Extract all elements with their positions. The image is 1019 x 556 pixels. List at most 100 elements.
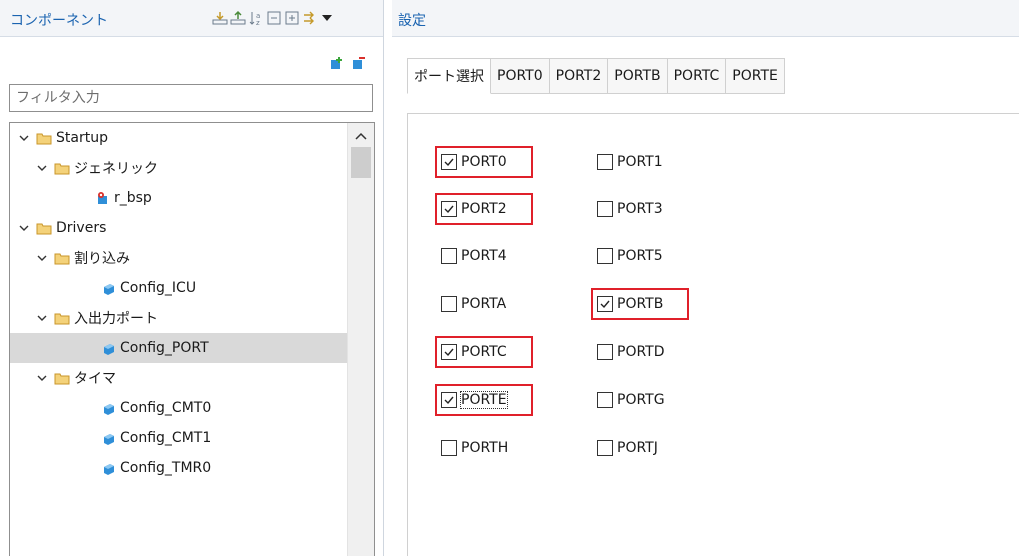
chevron-down-icon[interactable] [18, 132, 30, 144]
tree-item-label: Config_CMT0 [120, 400, 212, 416]
checkbox-unchecked-icon[interactable] [597, 154, 613, 170]
port-checkbox-portj[interactable]: PORTJ [597, 437, 658, 459]
tree-item-label: Startup [56, 130, 108, 146]
port-checkbox-porth[interactable]: PORTH [441, 437, 508, 459]
port-checkbox-label: PORT4 [461, 248, 507, 264]
port-checkbox-port4[interactable]: PORT4 [441, 245, 507, 267]
component-icon [102, 401, 116, 415]
settings-panel: 設定 ポート選択 PORT0 PORT2 PORTB PORTC PORTE [392, 0, 1019, 556]
components-toolbar: az [212, 10, 334, 26]
tab-porte[interactable]: PORTE [726, 58, 785, 94]
tree-item-interrupt[interactable]: 割り込み [36, 243, 130, 273]
component-icon [102, 281, 116, 295]
port-checkbox-port3[interactable]: PORT3 [597, 198, 663, 220]
port-checkbox-portd[interactable]: PORTD [597, 341, 665, 363]
expand-all-icon[interactable] [284, 10, 300, 26]
tree-item-label: 入出力ポート [74, 311, 158, 327]
checkbox-unchecked-icon[interactable] [597, 248, 613, 264]
chevron-down-icon[interactable] [18, 222, 30, 234]
tree-item-config-icu[interactable]: Config_ICU [102, 273, 196, 303]
component-icon [102, 461, 116, 475]
highlight-box [591, 288, 689, 320]
filter-input[interactable] [9, 84, 373, 112]
highlight-box [435, 193, 533, 225]
port-checkbox-port5[interactable]: PORT5 [597, 245, 663, 267]
folder-icon [54, 161, 70, 175]
port-checkbox-portg[interactable]: PORTG [597, 389, 665, 411]
tree-item-config-cmt1[interactable]: Config_CMT1 [102, 423, 211, 453]
folder-icon [54, 371, 70, 385]
port-checkbox-label: PORT3 [617, 201, 663, 217]
components-panel-header: コンポーネント az [0, 0, 383, 37]
tree-item-drivers[interactable]: Drivers [18, 213, 106, 243]
checkbox-unchecked-icon[interactable] [441, 296, 457, 312]
checkbox-unchecked-icon[interactable] [441, 440, 457, 456]
scrollbar-thumb[interactable] [351, 147, 371, 178]
view-menu-icon[interactable] [320, 10, 334, 26]
chevron-down-icon[interactable] [36, 162, 48, 174]
tree-item-label: ジェネリック [74, 161, 158, 177]
port-checkbox-porta[interactable]: PORTA [441, 293, 506, 315]
collapse-all-icon[interactable] [266, 10, 282, 26]
tree-item-label: Config_TMR0 [120, 460, 212, 476]
chevron-down-icon[interactable] [36, 312, 48, 324]
settings-panel-title: 設定 [398, 13, 426, 29]
tab-portb[interactable]: PORTB [608, 58, 668, 94]
svg-text:z: z [256, 19, 260, 26]
port-checkbox-label: PORTG [617, 392, 665, 408]
link-with-editor-icon[interactable] [302, 10, 318, 26]
tree-scrollbar[interactable] [347, 123, 374, 556]
tree-item-r-bsp[interactable]: r_bsp [96, 183, 152, 213]
port-checkbox-label: PORTD [617, 344, 665, 360]
export-icon[interactable] [230, 10, 246, 26]
port-checkbox-port1[interactable]: PORT1 [597, 151, 663, 173]
component-tree: Startup ジェネリック r_bsp Drivers 割り込み Config… [9, 122, 375, 556]
panel-splitter[interactable] [383, 0, 392, 556]
highlight-box [435, 146, 533, 178]
tab-port2[interactable]: PORT2 [549, 58, 609, 94]
tree-item-config-port[interactable]: Config_PORT [10, 333, 347, 363]
port-checkbox-label: PORTH [461, 440, 509, 456]
port-checkbox-label: PORT1 [617, 154, 663, 170]
tree-item-timer[interactable]: タイマ [36, 363, 116, 393]
import-icon[interactable] [212, 10, 228, 26]
checkbox-unchecked-icon[interactable] [441, 248, 457, 264]
tree-item-label: 割り込み [74, 251, 130, 267]
tree-item-generic[interactable]: ジェネリック [36, 153, 158, 183]
component-icon [102, 341, 116, 355]
tree-item-startup[interactable]: Startup [18, 123, 108, 153]
highlight-box [435, 384, 533, 416]
tree-item-label: r_bsp [114, 190, 152, 206]
tab-port0[interactable]: PORT0 [491, 58, 550, 94]
checkbox-unchecked-icon[interactable] [597, 392, 613, 408]
tree-item-label: Config_PORT [120, 340, 209, 356]
tree-item-label: Config_CMT1 [120, 430, 212, 446]
tab-port-select[interactable]: ポート選択 [407, 58, 491, 94]
folder-icon [36, 131, 52, 145]
port-checkbox-label: PORTJ [617, 440, 658, 456]
bsp-component-icon [96, 191, 110, 205]
highlight-box [435, 336, 533, 368]
add-component-icon[interactable] [330, 56, 344, 74]
remove-component-icon[interactable] [352, 56, 366, 74]
folder-icon [54, 311, 70, 325]
tree-item-label: Config_ICU [120, 280, 197, 296]
tree-item-config-tmr0[interactable]: Config_TMR0 [102, 453, 211, 483]
port-checkbox-label: PORT5 [617, 248, 663, 264]
tree-item-label: Drivers [56, 220, 107, 236]
sort-alpha-icon[interactable]: az [248, 10, 264, 26]
tree-item-io-port[interactable]: 入出力ポート [36, 303, 158, 333]
chevron-down-icon[interactable] [36, 252, 48, 264]
tree-item-label: タイマ [74, 371, 116, 387]
checkbox-unchecked-icon[interactable] [597, 201, 613, 217]
chevron-down-icon[interactable] [36, 372, 48, 384]
scroll-up-arrow-icon[interactable] [355, 129, 367, 145]
tab-portc[interactable]: PORTC [667, 58, 727, 94]
folder-icon [54, 251, 70, 265]
settings-tabs: ポート選択 PORT0 PORT2 PORTB PORTC PORTE [407, 58, 785, 94]
components-panel: コンポーネント az フィルタ入力 Startup ジェネリック r_bsp D… [0, 0, 383, 556]
checkbox-unchecked-icon[interactable] [597, 344, 613, 360]
tree-item-config-cmt0[interactable]: Config_CMT0 [102, 393, 211, 423]
checkbox-unchecked-icon[interactable] [597, 440, 613, 456]
components-panel-title: コンポーネント [10, 13, 108, 29]
